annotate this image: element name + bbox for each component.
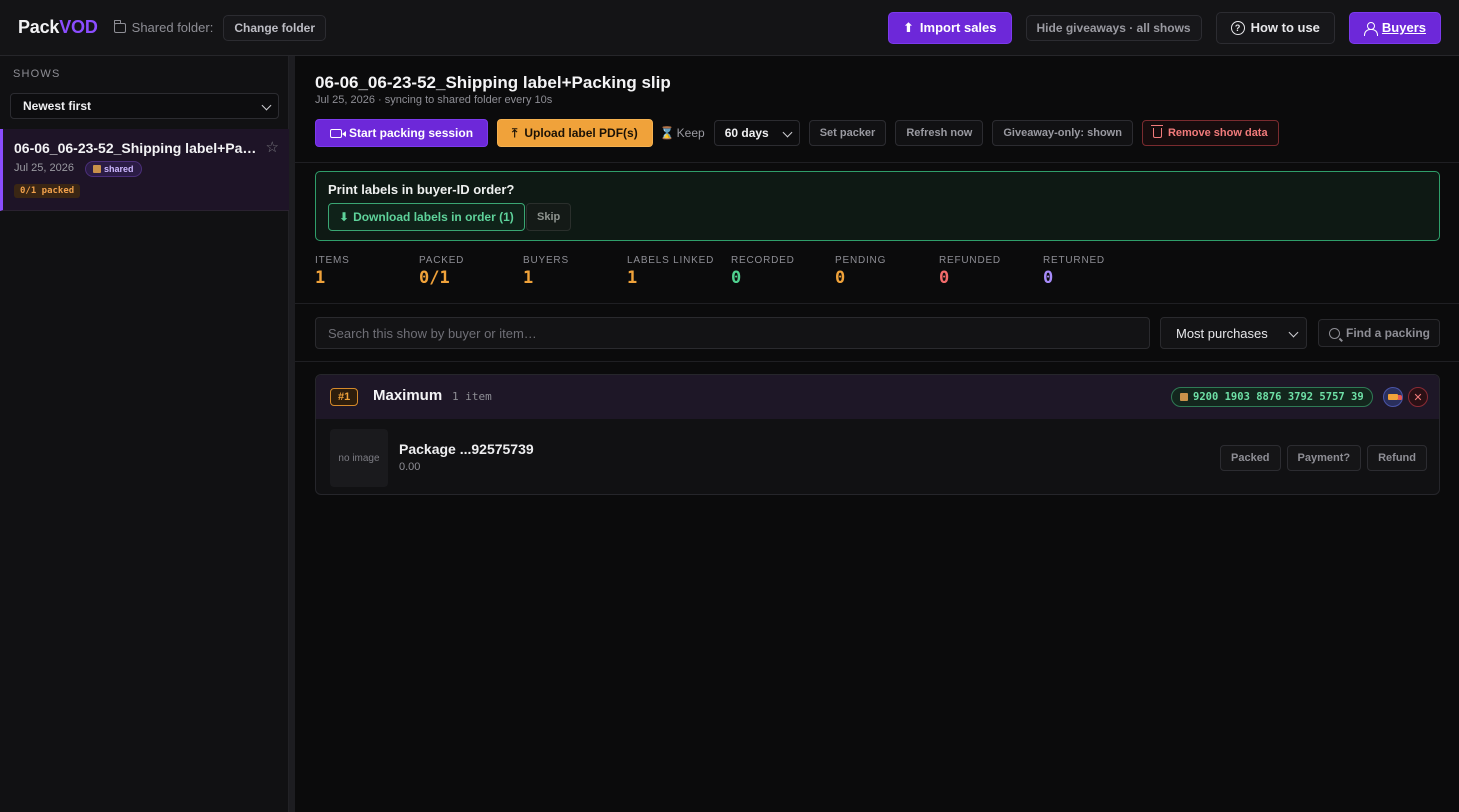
refund-button[interactable]: Refund [1367, 445, 1427, 471]
download-labels-button[interactable]: ⬇ Download labels in order (1) [328, 203, 525, 231]
stat-pending: PENDING 0 [835, 255, 939, 288]
stat-packed: PACKED 0/1 [419, 255, 523, 288]
truck-icon [1388, 394, 1402, 400]
keep-label: ⌛ Keep [659, 126, 705, 140]
find-packing-button[interactable]: Find a packing [1318, 319, 1440, 347]
payment-button[interactable]: Payment? [1286, 445, 1362, 471]
start-packing-session-button[interactable]: Start packing session [315, 119, 489, 147]
shared-folder: Shared folder: [113, 19, 214, 35]
package-icon [1180, 393, 1188, 401]
skip-button[interactable]: Skip [526, 203, 572, 231]
import-sales-button[interactable]: ⬆ Import sales [888, 11, 1012, 44]
stat-labels-linked: LABELS LINKED 1 [627, 255, 731, 288]
upload-label-pdf-button[interactable]: ⤒ Upload label PDF(s) [497, 119, 653, 147]
packed-badge: 0/1 packed [14, 184, 81, 198]
show-sort-select[interactable]: Newest first [10, 93, 279, 119]
shipping-truck-button[interactable] [1383, 387, 1403, 407]
user-icon [1363, 21, 1378, 36]
chevron-down-icon [1288, 327, 1299, 338]
shows-heading: SHOWS [13, 68, 61, 80]
item-name: Package ...92575739 [399, 441, 534, 457]
print-labels-question: Print labels in buyer-ID order? [328, 182, 515, 197]
set-packer-button[interactable]: Set packer [808, 120, 887, 146]
search-icon [1329, 327, 1340, 339]
stat-value: 0/1 [419, 268, 450, 288]
top-bar: PackVOD Shared folder: Change folder ⬆ I… [0, 0, 1459, 56]
stats-row: ITEMS 1 PACKED 0/1 BUYERS 1 LABELS LINKED 1 RECO… [315, 255, 1147, 288]
stat-recorded: RECORDED 0 [731, 255, 835, 288]
buyer-item-count: 1 item [452, 390, 492, 403]
hide-giveaways-button[interactable]: Hide giveaways · all shows [1025, 14, 1202, 41]
stat-label: BUYERS [523, 255, 569, 266]
giveaway-only-toggle[interactable]: Giveaway-only: shown [992, 120, 1133, 146]
page-subtitle: Jul 25, 2026 · syncing to shared folder … [315, 94, 553, 106]
stat-value: 0 [1043, 268, 1054, 288]
stat-returned: RETURNED 0 [1043, 255, 1147, 288]
buyer-card-header[interactable]: #1 Maximum 1 item 9200 1903 8876 3792 57… [316, 375, 1439, 419]
item-price: 0.00 [399, 461, 421, 473]
divider [295, 303, 1459, 304]
refresh-now-button[interactable]: Refresh now [895, 120, 984, 146]
trash-icon [1150, 125, 1163, 138]
stat-label: ITEMS [315, 255, 350, 266]
page-title: 06-06_06-23-52_Shipping label+Packing sl… [315, 73, 671, 92]
stat-value: 1 [627, 268, 638, 288]
divider [295, 162, 1459, 163]
divider [295, 361, 1459, 362]
keep-duration-select[interactable]: 60 days [713, 120, 800, 146]
stat-label: PENDING [835, 255, 887, 266]
stat-value: 0 [835, 268, 846, 288]
stat-label: RECORDED [731, 255, 795, 266]
show-title: 06-06_06-23-52_Shipping label+Packing sl… [14, 140, 259, 156]
folder-icon [113, 19, 126, 33]
buyers-button[interactable]: Buyers [1348, 11, 1441, 44]
stat-label: RETURNED [1043, 255, 1105, 266]
stat-buyers: BUYERS 1 [523, 255, 627, 288]
stat-value: 1 [523, 268, 534, 288]
buyer-sort-select[interactable]: Most purchases [1160, 317, 1307, 349]
buyer-rank-badge: #1 [330, 388, 359, 406]
how-to-use-button[interactable]: ? How to use [1215, 11, 1335, 44]
stat-label: REFUNDED [939, 255, 1001, 266]
tracking-number-badge[interactable]: 9200 1903 8876 3792 5757 39 [1171, 387, 1373, 407]
stat-value: 0 [731, 268, 742, 288]
video-camera-icon [330, 128, 346, 138]
buyer-card: #1 Maximum 1 item 9200 1903 8876 3792 57… [315, 374, 1440, 495]
stat-value: 0 [939, 268, 950, 288]
item-actions: Packed Payment? Refund [1220, 445, 1427, 471]
stat-items: ITEMS 1 [315, 255, 419, 288]
main-panel: 06-06_06-23-52_Shipping label+Packing sl… [295, 56, 1459, 812]
show-toolbar: Start packing session ⤒ Upload label PDF… [315, 119, 1279, 147]
remove-show-data-button[interactable]: Remove show data [1141, 120, 1279, 146]
show-list-item[interactable]: 06-06_06-23-52_Shipping label+Packing sl… [0, 129, 289, 211]
stat-label: LABELS LINKED [627, 255, 715, 266]
star-icon[interactable]: ☆ [266, 138, 279, 156]
download-icon: ⬇ [339, 210, 350, 224]
change-folder-button[interactable]: Change folder [223, 14, 326, 41]
buyer-name: Maximum [373, 387, 443, 404]
stat-label: PACKED [419, 255, 465, 266]
app-logo: PackVOD [18, 17, 98, 37]
hourglass-icon: ⌛ [659, 126, 675, 140]
chevron-down-icon [782, 127, 793, 138]
close-icon[interactable]: ✕ [1408, 387, 1428, 407]
shared-folder-label: Shared folder: [131, 20, 214, 35]
item-thumbnail: no image [330, 429, 388, 487]
stat-refunded: REFUNDED 0 [939, 255, 1043, 288]
upload-icon: ⤒ [512, 125, 518, 140]
stat-value: 1 [315, 268, 326, 288]
search-input[interactable] [315, 317, 1150, 349]
arrow-up-icon: ⬆ [903, 19, 914, 35]
help-icon: ? [1230, 20, 1245, 35]
show-date: Jul 25, 2026 [14, 162, 74, 174]
packed-button[interactable]: Packed [1220, 445, 1281, 471]
shared-badge: shared [85, 161, 142, 177]
shows-sidebar: SHOWS Newest first 06-06_06-23-52_Shippi… [0, 56, 289, 812]
chevron-down-icon [261, 100, 272, 111]
print-labels-panel: Print labels in buyer-ID order? ⬇ Downlo… [315, 171, 1440, 241]
package-icon [93, 165, 101, 173]
